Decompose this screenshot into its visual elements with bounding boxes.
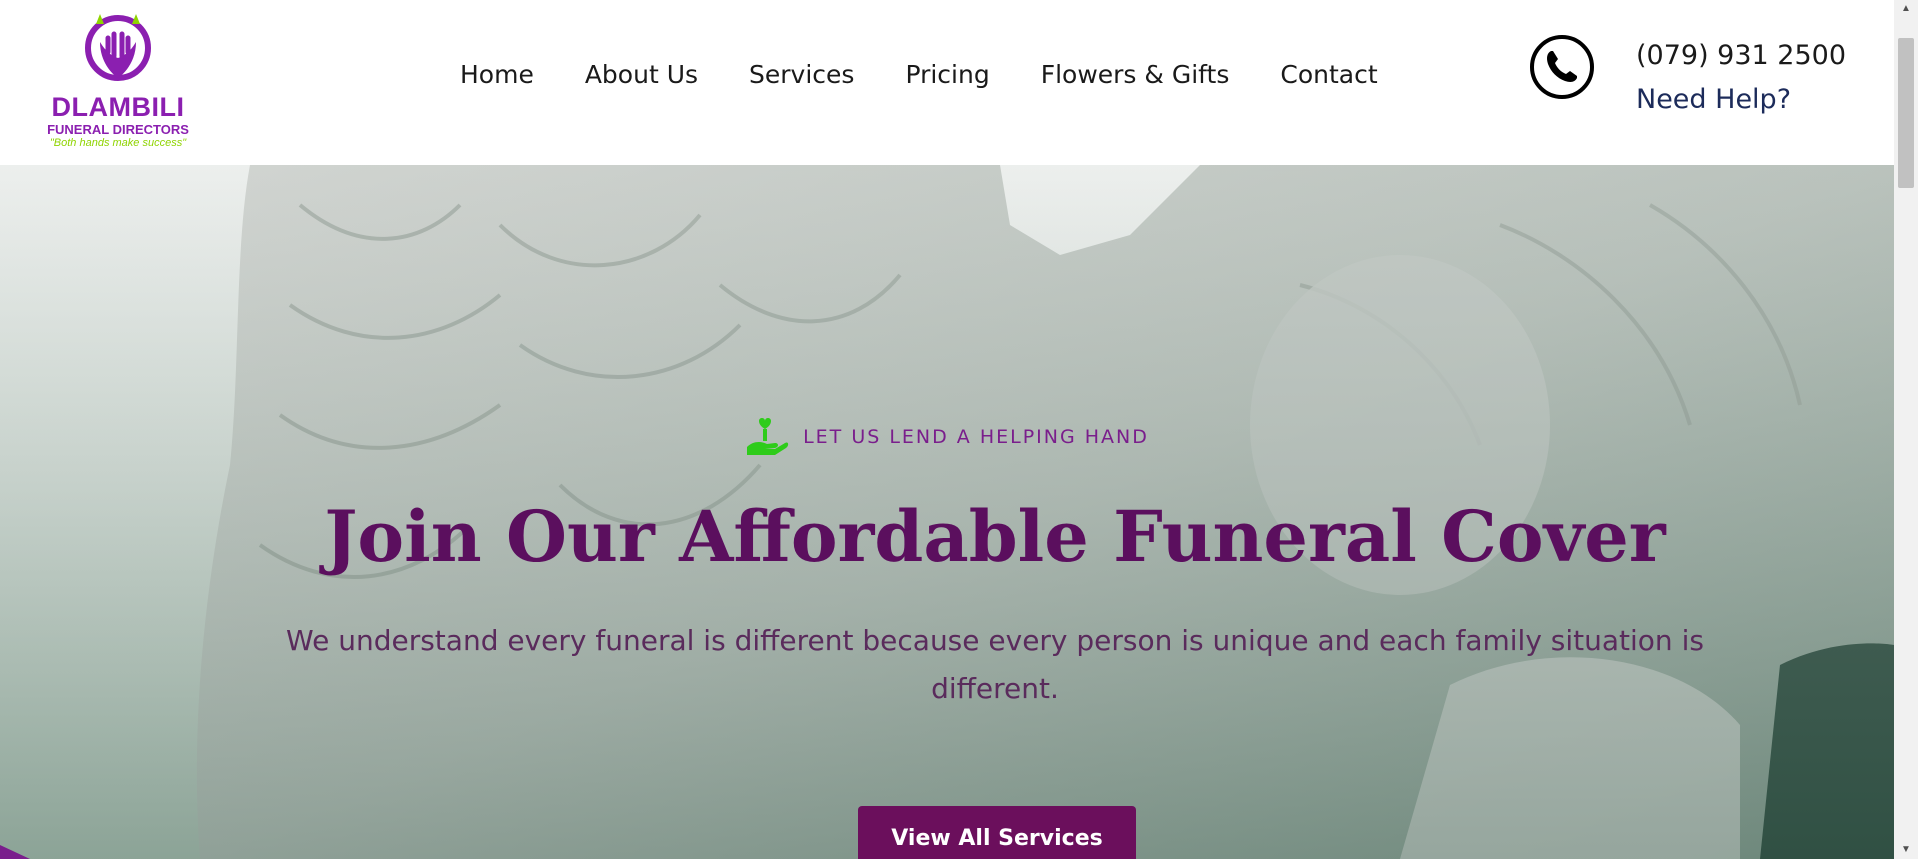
scroll-down-arrow-icon[interactable]: ▼ xyxy=(1894,841,1918,859)
scroll-thumb[interactable] xyxy=(1898,38,1914,188)
view-all-services-button[interactable]: View All Services xyxy=(858,806,1136,859)
phone-number[interactable]: (079) 931 2500 xyxy=(1636,40,1846,71)
nav-home[interactable]: Home xyxy=(460,60,534,89)
nav-about-us[interactable]: About Us xyxy=(585,60,698,89)
brand-logo[interactable]: DLAMBILI FUNERAL DIRECTORS "Both hands m… xyxy=(40,12,196,149)
hero-section: LET US LEND A HELPING HAND Join Our Affo… xyxy=(0,165,1894,859)
page-scrollbar[interactable]: ▲ ▼ xyxy=(1894,0,1918,859)
brand-subtitle: FUNERAL DIRECTORS xyxy=(47,122,189,137)
nav-pricing[interactable]: Pricing xyxy=(905,60,989,89)
brand-tagline: "Both hands make success" xyxy=(49,137,187,149)
hero-description: We understand every funeral is different… xyxy=(286,624,1704,705)
scroll-up-arrow-icon[interactable]: ▲ xyxy=(1894,0,1918,18)
site-header: DLAMBILI FUNERAL DIRECTORS "Both hands m… xyxy=(0,0,1894,165)
hero-title: Join Our Affordable Funeral Cover xyxy=(324,495,1666,578)
need-help-link[interactable]: Need Help? xyxy=(1636,84,1791,115)
phone-icon[interactable] xyxy=(1529,34,1595,100)
nav-contact[interactable]: Contact xyxy=(1280,60,1377,89)
hero-tagline-row: LET US LEND A HELPING HAND xyxy=(0,417,1894,457)
brand-name: DLAMBILI xyxy=(51,92,185,122)
nav-flowers-gifts[interactable]: Flowers & Gifts xyxy=(1041,60,1230,89)
main-nav: Home About Us Services Pricing Flowers &… xyxy=(460,60,1429,89)
hands-logo-icon xyxy=(85,14,151,81)
nav-services[interactable]: Services xyxy=(749,60,854,89)
helping-hand-icon xyxy=(747,418,789,455)
hero-tagline: LET US LEND A HELPING HAND xyxy=(803,426,1149,448)
